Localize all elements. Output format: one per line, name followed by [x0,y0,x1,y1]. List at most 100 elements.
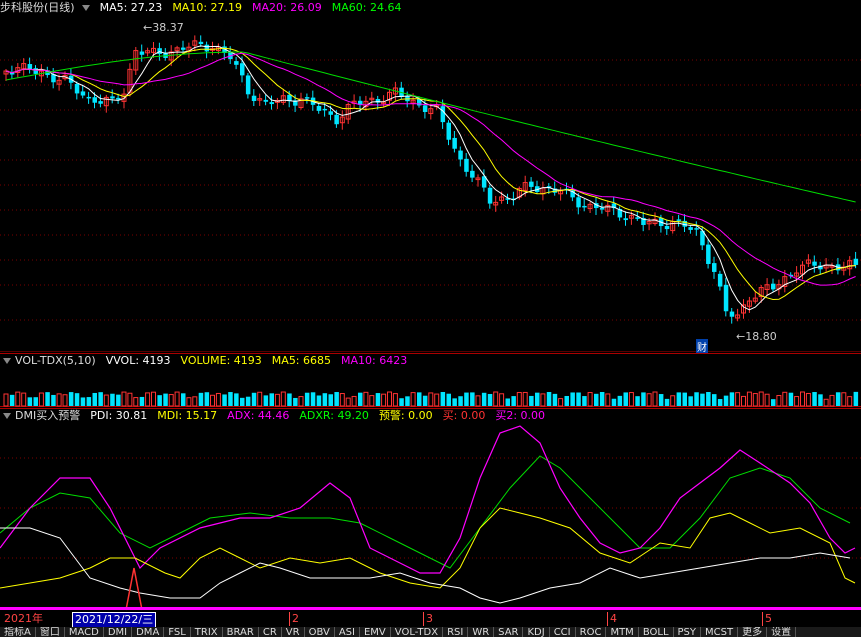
candle-body [157,48,162,54]
vol-label-3: MA10: 6423 [341,354,408,367]
candle-body [204,44,210,52]
tab-15[interactable]: WR [468,627,495,637]
volume-bar [464,392,469,406]
finance-marker[interactable]: 财 [696,339,708,354]
volume-bar [641,392,646,406]
volume-bar [222,394,227,406]
tab-9[interactable]: VR [282,627,305,637]
candle-body [263,99,269,102]
volume-bar [245,396,251,406]
candle-body [599,207,605,210]
volume-bar [405,396,410,406]
tab-0[interactable]: 指标A [0,627,36,637]
indicator-tab-bar[interactable]: 指标A 窗口 MACD DMI DMA FSL TRIX BRAR CR VR OBV ASI EMV V… [0,627,861,637]
volume-header: VOL-TDX(5,10) VVOL: 4193 VOLUME: 4193 MA5: … [0,353,415,369]
volume-bar [594,393,599,406]
volume-bar [399,398,404,406]
tab-4[interactable]: DMA [132,627,165,637]
candle-body [33,68,38,74]
candle-body [446,122,451,140]
volume-bar [45,392,50,406]
tab-3[interactable]: DMI [104,627,133,637]
tab-25[interactable]: 设置 [767,627,797,637]
volume-bar [535,392,540,406]
volume-bar [446,393,451,406]
tab-23[interactable]: MCST [701,627,739,637]
dmi-label-4: 预警: 0.00 [378,409,433,422]
tab-13[interactable]: VOL-TDX [391,627,444,637]
tab-2[interactable]: MACD [65,627,104,637]
volume-bar [80,397,86,406]
price-header: 步科股份(日线) MA5: 27.23 MA10: 27.19 MA20: 26.09… [0,0,409,16]
dmi-label-5: 买: 0.00 [442,409,486,422]
volume-bar [835,392,841,406]
dmi-header: DMI买入预警 PDI: 30.81 MDI: 15.17 ADX: 44.46 ADX… [0,408,553,424]
dropdown-triangle-icon[interactable] [3,358,11,364]
tab-16[interactable]: SAR [494,627,524,637]
volume-panel[interactable]: VOL-TDX(5,10) VVOL: 4193 VOLUME: 4193 MA5: … [0,353,861,407]
tab-22[interactable]: PSY [674,627,702,637]
volume-bar [240,397,245,406]
price-panel[interactable]: 步科股份(日线) MA5: 27.23 MA10: 27.19 MA20: 26.09… [0,0,861,354]
ma-label-0: MA5: 27.23 [99,1,163,14]
volume-bar [334,392,339,406]
candle-body [74,83,80,94]
candle-body [92,97,97,103]
dropdown-triangle-icon[interactable] [81,5,90,11]
tab-14[interactable]: RSI [443,627,469,637]
volume-bar [623,392,628,406]
dmi-panel[interactable]: DMI买入预警 PDI: 30.81 MDI: 15.17 ADX: 44.46 ADX… [0,408,861,612]
volume-bar [617,395,623,406]
tab-24[interactable]: 更多 [738,627,768,637]
price-bg [0,0,861,352]
candle-body [853,258,859,265]
volume-bar [582,396,587,406]
dmi-label-3: ADXR: 49.20 [299,409,369,422]
tab-12[interactable]: EMV [360,627,391,637]
timeline-axis[interactable]: 2021年 2021/12/22/三 2 3 4 5 [0,612,861,628]
tab-8[interactable]: CR [259,627,282,637]
volume-bar [304,392,310,406]
tab-6[interactable]: TRIX [191,627,223,637]
volume-bar [417,392,422,406]
tab-17[interactable]: KDJ [523,627,550,637]
vol-label-2: MA5: 6685 [271,354,332,367]
tab-11[interactable]: ASI [335,627,360,637]
candle-body [139,51,145,55]
volume-bar [251,392,257,406]
volume-bar [658,394,664,406]
volume-bar [269,393,274,406]
tab-5[interactable]: FSL [164,627,191,637]
candle-body [664,226,670,230]
volume-bar [440,392,446,406]
dmi-chart[interactable] [0,408,861,612]
candle-body [729,311,735,317]
volume-bar [564,395,569,406]
candle-body [198,41,204,45]
tab-19[interactable]: ROC [576,627,607,637]
candle-body [322,108,328,111]
tab-10[interactable]: OBV [305,627,335,637]
candle-body [582,205,587,208]
tab-21[interactable]: BOLL [639,627,674,637]
candle-body [694,228,699,230]
candlestick-chart[interactable] [0,0,861,352]
volume-bar [487,393,493,406]
candle-body [487,187,493,204]
volume-bar [293,397,298,406]
candle-body [251,95,257,102]
dropdown-triangle-icon[interactable] [3,413,11,419]
month-tick-3: 3 [423,612,433,626]
volume-title: VOL-TDX(5,10) [15,354,96,367]
tab-1[interactable]: 窗口 [36,627,65,637]
candle-body [80,91,86,96]
volume-bar [234,393,239,406]
tab-7[interactable]: BRAR [223,627,259,637]
candle-body [304,97,310,99]
candle-body [181,47,186,50]
tab-18[interactable]: CCI [550,627,576,637]
volume-bar [688,396,693,406]
volume-bar [706,392,711,406]
volume-bar [529,395,534,406]
tab-20[interactable]: MTM [606,627,639,637]
